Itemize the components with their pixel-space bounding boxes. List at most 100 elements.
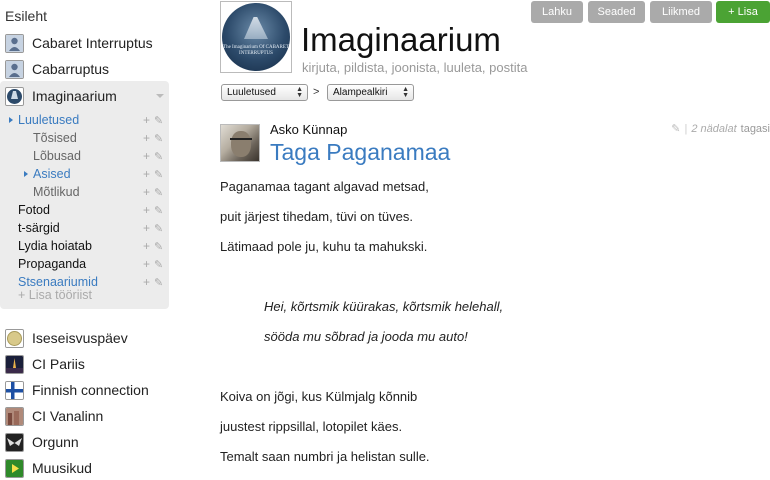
- poem-line: Temalt saan numbri ja helistan sulle.: [220, 449, 430, 464]
- group-logo: The Imaginarium Of CABARET INTERRUPTUS: [220, 1, 292, 73]
- community-item[interactable]: Orgunn: [0, 430, 170, 454]
- plus-icon[interactable]: +: [143, 238, 150, 255]
- tree-item-label: Lõbusad: [33, 149, 81, 163]
- tree-item[interactable]: Tõsised + ✎: [0, 130, 169, 147]
- group-imaginaarium[interactable]: Imaginaarium: [0, 83, 170, 109]
- home-link[interactable]: Esileht: [5, 8, 47, 24]
- subcategory-select[interactable]: Alampealkiri ▲ ▼: [327, 84, 414, 101]
- post-time-suffix: tagasi: [740, 122, 770, 135]
- community-label: Muusikud: [32, 460, 92, 476]
- tree-item[interactable]: Fotod + ✎: [0, 202, 169, 219]
- tree-item[interactable]: Mõtlikud + ✎: [0, 184, 169, 201]
- ship-graphic: [244, 17, 268, 39]
- sidebar: Esileht Cabaret Interruptus Cabarruptus …: [0, 0, 172, 480]
- pencil-icon[interactable]: ✎: [154, 203, 163, 220]
- poem-line: sööda mu sõbrad ja jooda mu auto!: [264, 329, 468, 344]
- pencil-icon[interactable]: ✎: [154, 131, 163, 148]
- tree-item[interactable]: Asised + ✎: [0, 166, 169, 183]
- page-subtitle: kirjuta, pildista, joonista, luuleta, po…: [302, 60, 528, 75]
- community-item[interactable]: Muusikud: [0, 456, 170, 480]
- community-item[interactable]: Finnish connection: [0, 378, 170, 402]
- tree-item[interactable]: Lõbusad + ✎: [0, 148, 169, 165]
- expand-arrow-icon[interactable]: [9, 117, 13, 123]
- group-cabaret-interruptus[interactable]: Cabaret Interruptus: [0, 30, 170, 56]
- author-avatar[interactable]: [220, 124, 260, 162]
- plus-icon[interactable]: +: [143, 112, 150, 129]
- post-author[interactable]: Asko Künnap: [270, 122, 347, 137]
- community-label: Finnish connection: [32, 382, 149, 398]
- select-arrows-icon: ▲ ▼: [402, 86, 409, 99]
- category-select-value: Luuletused: [227, 87, 276, 98]
- coin-icon: [5, 328, 24, 348]
- group-label: Cabarruptus: [32, 61, 110, 77]
- pencil-icon[interactable]: ✎: [154, 257, 163, 274]
- page-title: Imaginaarium: [301, 21, 501, 58]
- group-label: Imaginaarium: [32, 88, 117, 104]
- play-icon: [5, 458, 24, 478]
- expand-arrow-icon[interactable]: [24, 171, 28, 177]
- group-portrait-icon: [5, 33, 24, 53]
- poem-line: juustest rippsillal, lotopilet käes.: [220, 419, 403, 434]
- settings-button[interactable]: Seaded: [588, 1, 645, 23]
- poem-line: Hei, kõrtsmik küürakas, kõrtsmik helehal…: [264, 299, 504, 314]
- poem-line: Lätimaad pole ju, kuhu ta mahukski.: [220, 239, 428, 254]
- group-cabarruptus[interactable]: Cabarruptus: [0, 56, 170, 82]
- chevron-down-icon[interactable]: [156, 94, 164, 98]
- finnish-flag-icon: [5, 380, 24, 400]
- plus-icon[interactable]: +: [143, 148, 150, 165]
- wings-icon: [5, 432, 24, 452]
- pencil-icon[interactable]: ✎: [154, 185, 163, 202]
- imaginarium-logo-image: The Imaginarium Of CABARET INTERRUPTUS: [222, 3, 290, 71]
- community-label: CI Pariis: [32, 356, 85, 372]
- plus-icon[interactable]: +: [143, 220, 150, 237]
- plus-icon[interactable]: +: [143, 184, 150, 201]
- members-button[interactable]: Liikmed: [650, 1, 712, 23]
- select-arrows-icon: ▲ ▼: [296, 86, 303, 99]
- leave-button[interactable]: Lahku: [531, 1, 583, 23]
- tree-item[interactable]: Luuletused + ✎: [0, 112, 169, 129]
- pencil-icon[interactable]: ✎: [154, 113, 163, 130]
- plus-icon[interactable]: +: [143, 166, 150, 183]
- tree-item-label: Propaganda: [18, 257, 87, 271]
- tree-item[interactable]: Propaganda + ✎: [0, 256, 169, 273]
- category-select[interactable]: Luuletused ▲ ▼: [221, 84, 308, 101]
- avatar-glasses: [230, 138, 252, 143]
- add-tool-link[interactable]: + Lisa tööriist: [18, 288, 92, 302]
- plus-icon[interactable]: +: [143, 130, 150, 147]
- tree-item-label: Mõtlikud: [33, 185, 80, 199]
- tree-item[interactable]: Lydia hoiatab + ✎: [0, 238, 169, 255]
- pencil-icon[interactable]: ✎: [154, 149, 163, 166]
- group-portrait-icon: [5, 59, 24, 79]
- imaginarium-logo-icon: [5, 86, 24, 106]
- community-label: Iseseisvuspäev: [32, 330, 128, 346]
- avatar-face: [231, 131, 251, 157]
- breadcrumb-separator: >: [313, 86, 320, 98]
- tree-item-label: Tõsised: [33, 131, 77, 145]
- plus-icon[interactable]: +: [143, 202, 150, 219]
- post-title[interactable]: Taga Paganamaa: [270, 139, 450, 166]
- group-label: Cabaret Interruptus: [32, 35, 153, 51]
- pencil-icon[interactable]: ✎: [154, 239, 163, 256]
- plus-icon[interactable]: +: [143, 274, 150, 291]
- tree-item[interactable]: t-särgid + ✎: [0, 220, 169, 237]
- community-item[interactable]: CI Pariis: [0, 352, 170, 376]
- pencil-icon[interactable]: ✎: [154, 221, 163, 238]
- community-item[interactable]: Iseseisvuspäev: [0, 326, 170, 350]
- community-label: Orgunn: [32, 434, 79, 450]
- logo-caption: The Imaginarium Of CABARET INTERRUPTUS: [223, 45, 289, 56]
- pencil-icon[interactable]: ✎: [154, 275, 163, 292]
- edit-pencil-icon[interactable]: ✎: [671, 122, 680, 135]
- poem-line: puit järjest tihedam, tüvi on tüves.: [220, 209, 413, 224]
- plus-icon[interactable]: +: [143, 256, 150, 273]
- tree-item-label: Fotod: [18, 203, 50, 217]
- post-meta: ✎ | 2 nädalat tagasi: [671, 122, 770, 136]
- old-town-icon: [5, 406, 24, 426]
- tree-item-label: Lydia hoiatab: [18, 239, 92, 253]
- night-city-icon: [5, 354, 24, 374]
- add-button[interactable]: + Lisa: [716, 1, 770, 23]
- tree-item-label: t-särgid: [18, 221, 60, 235]
- tree-item-label: Luuletused: [18, 113, 80, 127]
- poem-line: Paganamaa tagant algavad metsad,: [220, 179, 429, 194]
- community-item[interactable]: CI Vanalinn: [0, 404, 170, 428]
- pencil-icon[interactable]: ✎: [154, 167, 163, 184]
